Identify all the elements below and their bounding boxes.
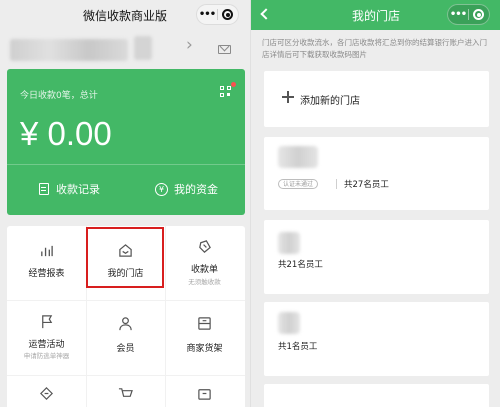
qr-code-icon[interactable]	[220, 82, 236, 98]
store-staff-count: 共1名员工	[278, 342, 318, 352]
cart-icon	[118, 388, 133, 397]
store-staff-count: 共27名员工	[344, 180, 389, 190]
records-button[interactable]: 收款记录	[39, 179, 100, 199]
grid-label: 会员	[116, 344, 135, 354]
funds-label: 我的资金	[174, 183, 218, 196]
add-store-button[interactable]: 添加新的门店	[264, 71, 489, 127]
store-card[interactable]: 认证未通过 共27名员工	[264, 137, 489, 210]
close-miniprogram-icon[interactable]	[218, 9, 238, 20]
notification-dot	[231, 82, 236, 87]
shelf-icon	[198, 317, 211, 330]
grid-item-row3-1[interactable]	[7, 375, 86, 407]
grid-label: 收款单	[190, 265, 218, 275]
grid-item-receipt[interactable]: 收款单 无须触收款	[165, 226, 244, 300]
chevron-right-icon: ›	[186, 35, 193, 55]
bar-chart-icon	[41, 245, 53, 257]
grid-item-member[interactable]: 会员	[86, 300, 165, 375]
grid-label: 运营活动	[28, 340, 65, 350]
card-divider	[7, 164, 245, 165]
grid-label: 商家货架	[186, 344, 223, 354]
merchant-avatar-blurred	[134, 36, 152, 60]
records-label: 收款记录	[56, 183, 100, 196]
today-summary: 今日收款0笔，总计	[20, 91, 98, 101]
receipt-tag-icon	[199, 240, 211, 253]
member-icon	[119, 317, 132, 331]
grid-sublabel: 无须触收款	[188, 278, 221, 286]
my-stores-highlight	[86, 227, 164, 288]
plus-icon	[282, 91, 294, 103]
wallet-icon	[198, 389, 211, 400]
grid-item-report[interactable]: 经营报表	[7, 226, 86, 300]
my-stores-screen: 我的门店 ••• 门店可区分收款流水，各门店收款将汇总到你的结算银行账户进入门店…	[250, 0, 500, 407]
mail-icon[interactable]	[218, 45, 231, 54]
grid-item-campaigns[interactable]: 运营活动 申请防逃单神器	[7, 300, 86, 375]
store-staff-count: 共21名员工	[278, 260, 323, 270]
more-icon[interactable]: •••	[197, 5, 217, 24]
add-store-label: 添加新的门店	[300, 96, 360, 107]
store-card[interactable]: 共1名员工	[264, 302, 489, 376]
store-notice: 门店可区分收款流水，各门店收款将汇总到你的结算银行账户进入门店详情后可下载获取收…	[262, 38, 487, 59]
grid-sublabel: 申请防逃单神器	[23, 352, 70, 360]
more-icon[interactable]: •••	[448, 5, 468, 24]
store-status-tag: 认证未通过	[278, 179, 319, 189]
close-miniprogram-icon[interactable]	[469, 9, 489, 20]
merchant-name-blurred	[10, 39, 128, 61]
funds-button[interactable]: ¥ 我的资金	[155, 179, 218, 199]
flag-icon	[42, 315, 53, 329]
grid-item-shelf[interactable]: 商家货架	[165, 300, 244, 375]
miniprogram-capsule: •••	[196, 4, 239, 25]
merchant-header[interactable]: ›	[0, 30, 250, 66]
store-name-blurred	[278, 232, 300, 254]
income-card: 今日收款0笔，总计 ¥ 0.00 收款记录 ¥ 我的资金	[7, 69, 245, 215]
nav-bar: 我的门店 •••	[251, 0, 500, 30]
grid-item-row3-2[interactable]	[86, 375, 165, 407]
miniprogram-capsule: •••	[447, 4, 490, 25]
store-name-blurred	[278, 312, 300, 334]
nav-bar: 微信收款商业版 •••	[0, 0, 250, 30]
merchant-home-screen: 微信收款商业版 ••• › 今日收款0笔，总计 ¥ 0.00 收款记录 ¥ 我的…	[0, 0, 250, 407]
store-card[interactable]: 共21名员工	[264, 220, 489, 294]
grid-item-row3-3[interactable]	[165, 375, 244, 407]
store-card[interactable]	[264, 384, 489, 407]
diamond-icon	[40, 387, 53, 400]
store-name-blurred	[278, 146, 318, 168]
document-icon	[39, 183, 49, 195]
yen-icon: ¥	[155, 182, 168, 196]
income-amount: ¥ 0.00	[20, 115, 112, 152]
grid-label: 经营报表	[28, 269, 65, 279]
